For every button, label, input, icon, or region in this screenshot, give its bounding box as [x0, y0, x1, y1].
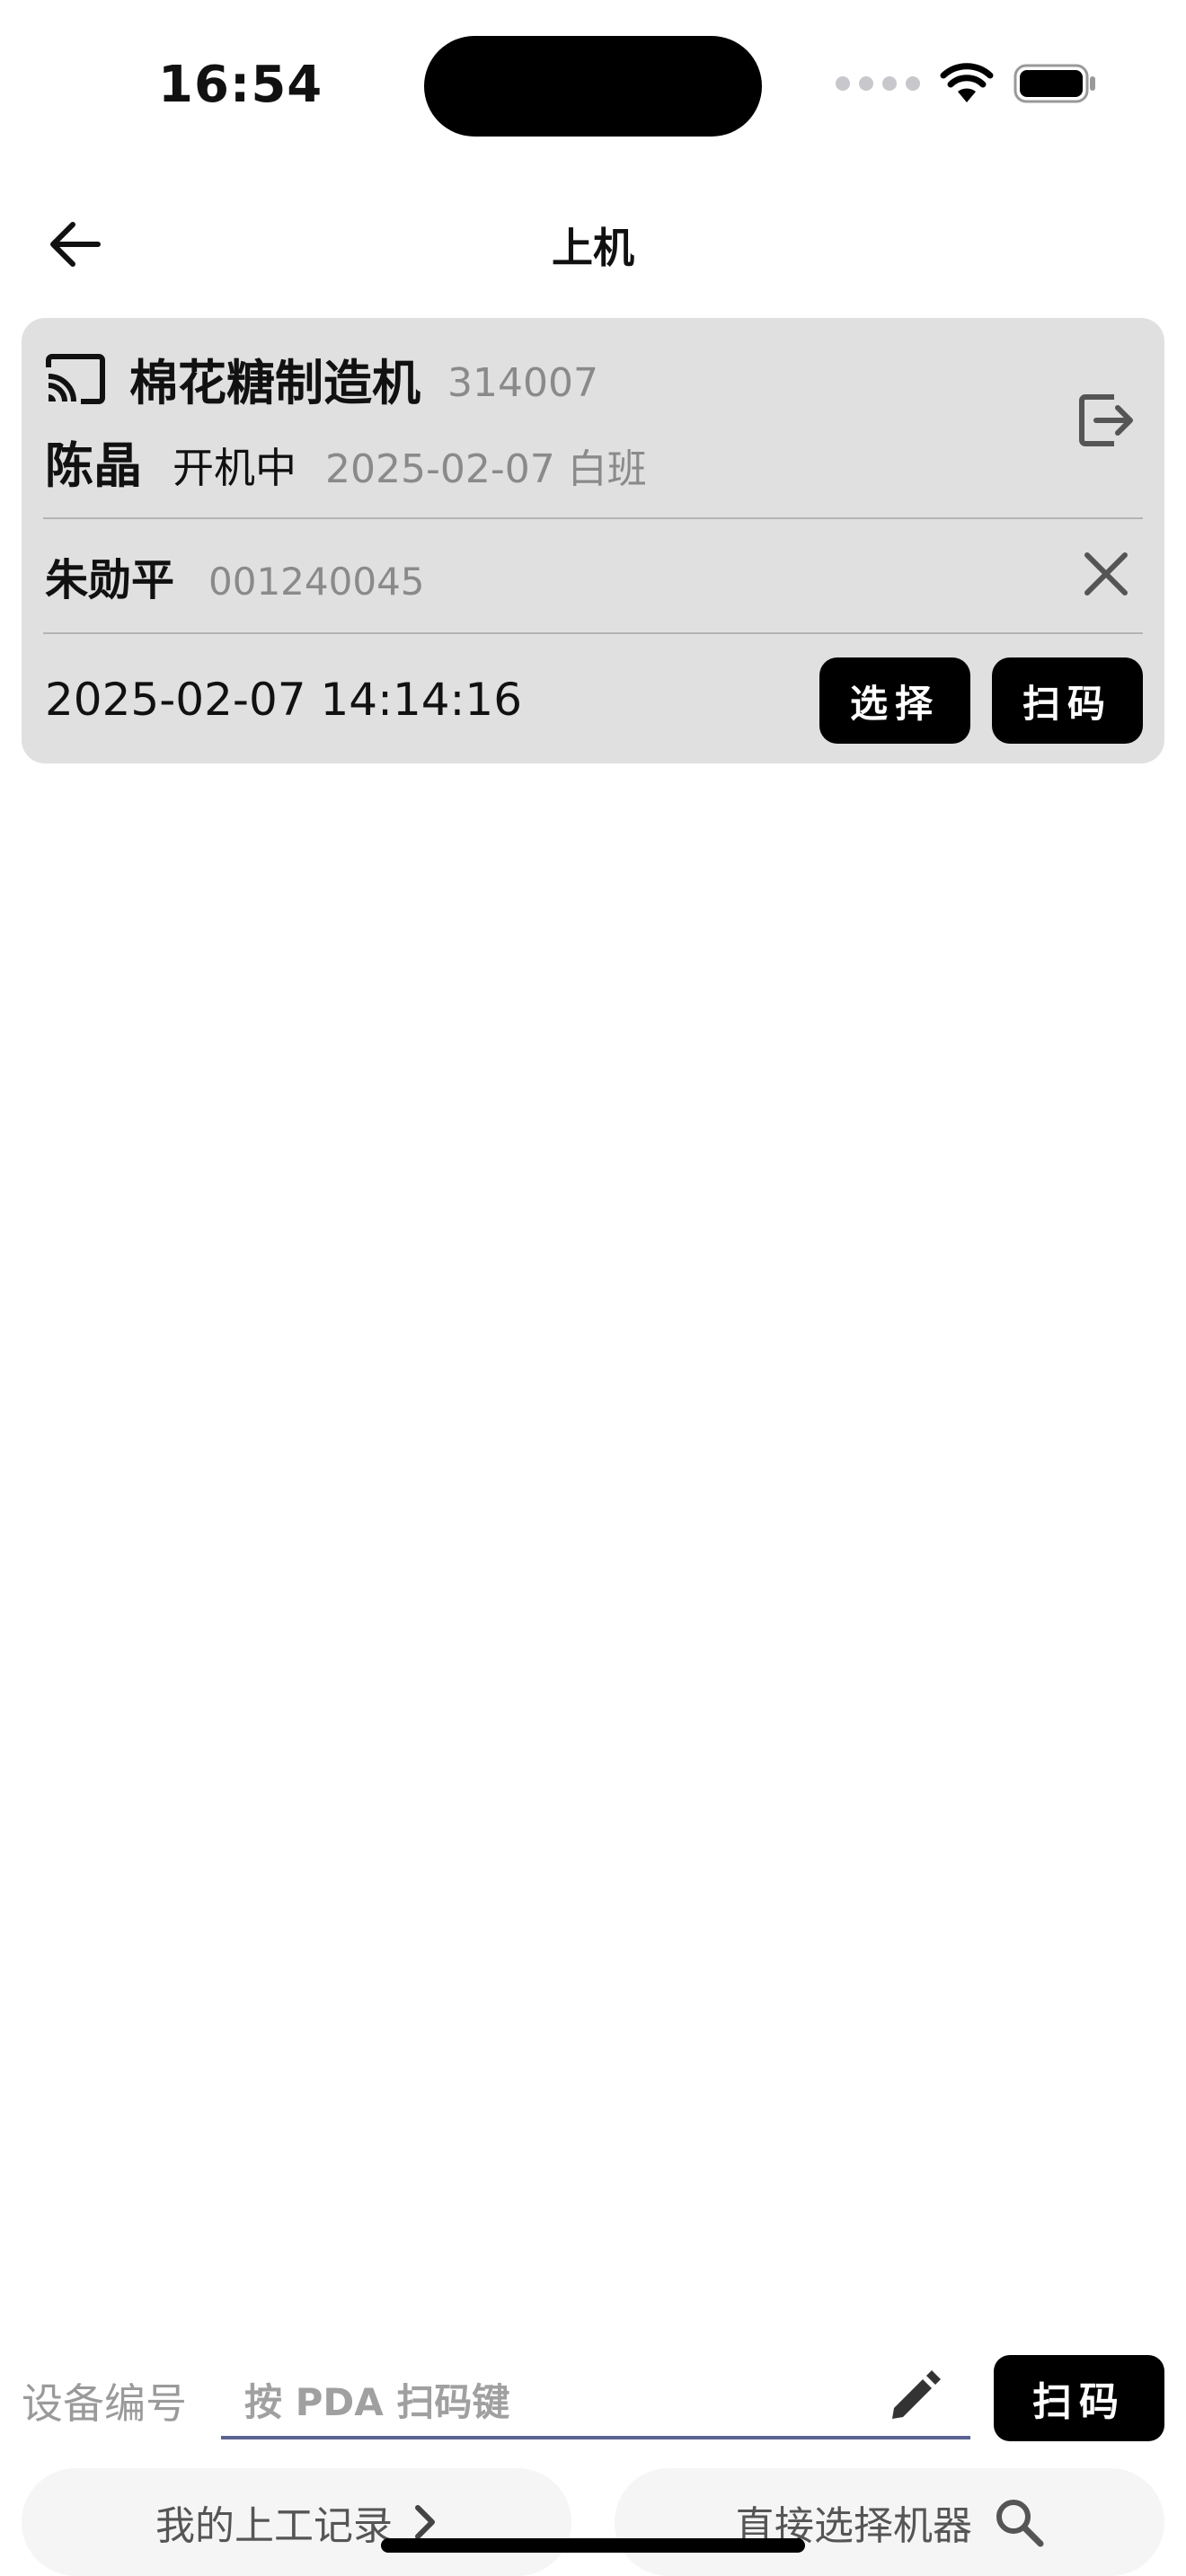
- page-title: 上机: [552, 224, 634, 272]
- dynamic-island: [424, 36, 762, 137]
- operator-row: 陈晶 开机中 2025-02-07 白班: [45, 426, 647, 497]
- chevron-right-icon: [415, 2505, 435, 2539]
- machine-card: 棉花糖制造机 314007 陈晶 开机中 2025-02-07 白班 朱勋平 0…: [22, 318, 1164, 763]
- card-divider: [43, 517, 1143, 519]
- datetime: 2025-02-07 14:14:16: [45, 674, 523, 726]
- shift-info: 2025-02-07 白班: [325, 446, 647, 492]
- status-icons: [836, 63, 1098, 104]
- bottom-scan-button[interactable]: 扫码: [994, 2355, 1164, 2441]
- machine-code: 314007: [447, 360, 598, 406]
- card-divider: [43, 632, 1143, 634]
- exit-icon: [1079, 394, 1133, 446]
- page: 16:54 上机 棉花糖制造机 314007 陈晶 开机中 2025-02-07…: [0, 0, 1186, 2576]
- worker-row: 朱勋平 001240045: [45, 544, 425, 607]
- my-records-button[interactable]: 我的上工记录: [22, 2468, 571, 2576]
- home-indicator[interactable]: [381, 2538, 805, 2553]
- machine-row: 棉花糖制造机 314007: [45, 343, 598, 414]
- machine-name: 棉花糖制造机: [129, 355, 420, 411]
- device-number-input[interactable]: [244, 2375, 873, 2429]
- operator-status: 开机中: [173, 444, 296, 492]
- operator-name: 陈晶: [45, 437, 142, 494]
- pencil-icon: [892, 2370, 941, 2419]
- worker-id: 001240045: [208, 560, 425, 604]
- device-input-container: [221, 2353, 970, 2439]
- device-number-label: 设备编号: [22, 2379, 187, 2428]
- select-button[interactable]: 选择: [819, 657, 970, 744]
- signal-dots-icon: [836, 76, 920, 91]
- status-time: 16:54: [158, 56, 323, 114]
- exit-button[interactable]: [1073, 386, 1141, 454]
- remove-worker-button[interactable]: [1075, 543, 1137, 605]
- cast-icon: [46, 353, 105, 404]
- edit-button[interactable]: [886, 2368, 943, 2425]
- wifi-icon: [940, 63, 994, 102]
- my-records-label: 我的上工记录: [155, 2503, 393, 2549]
- battery-icon: [1013, 64, 1095, 103]
- search-icon: [996, 2500, 1044, 2547]
- close-icon: [1084, 552, 1128, 595]
- worker-name: 朱勋平: [45, 555, 175, 605]
- scan-button[interactable]: 扫码: [992, 657, 1143, 744]
- select-machine-button[interactable]: 直接选择机器: [615, 2468, 1164, 2576]
